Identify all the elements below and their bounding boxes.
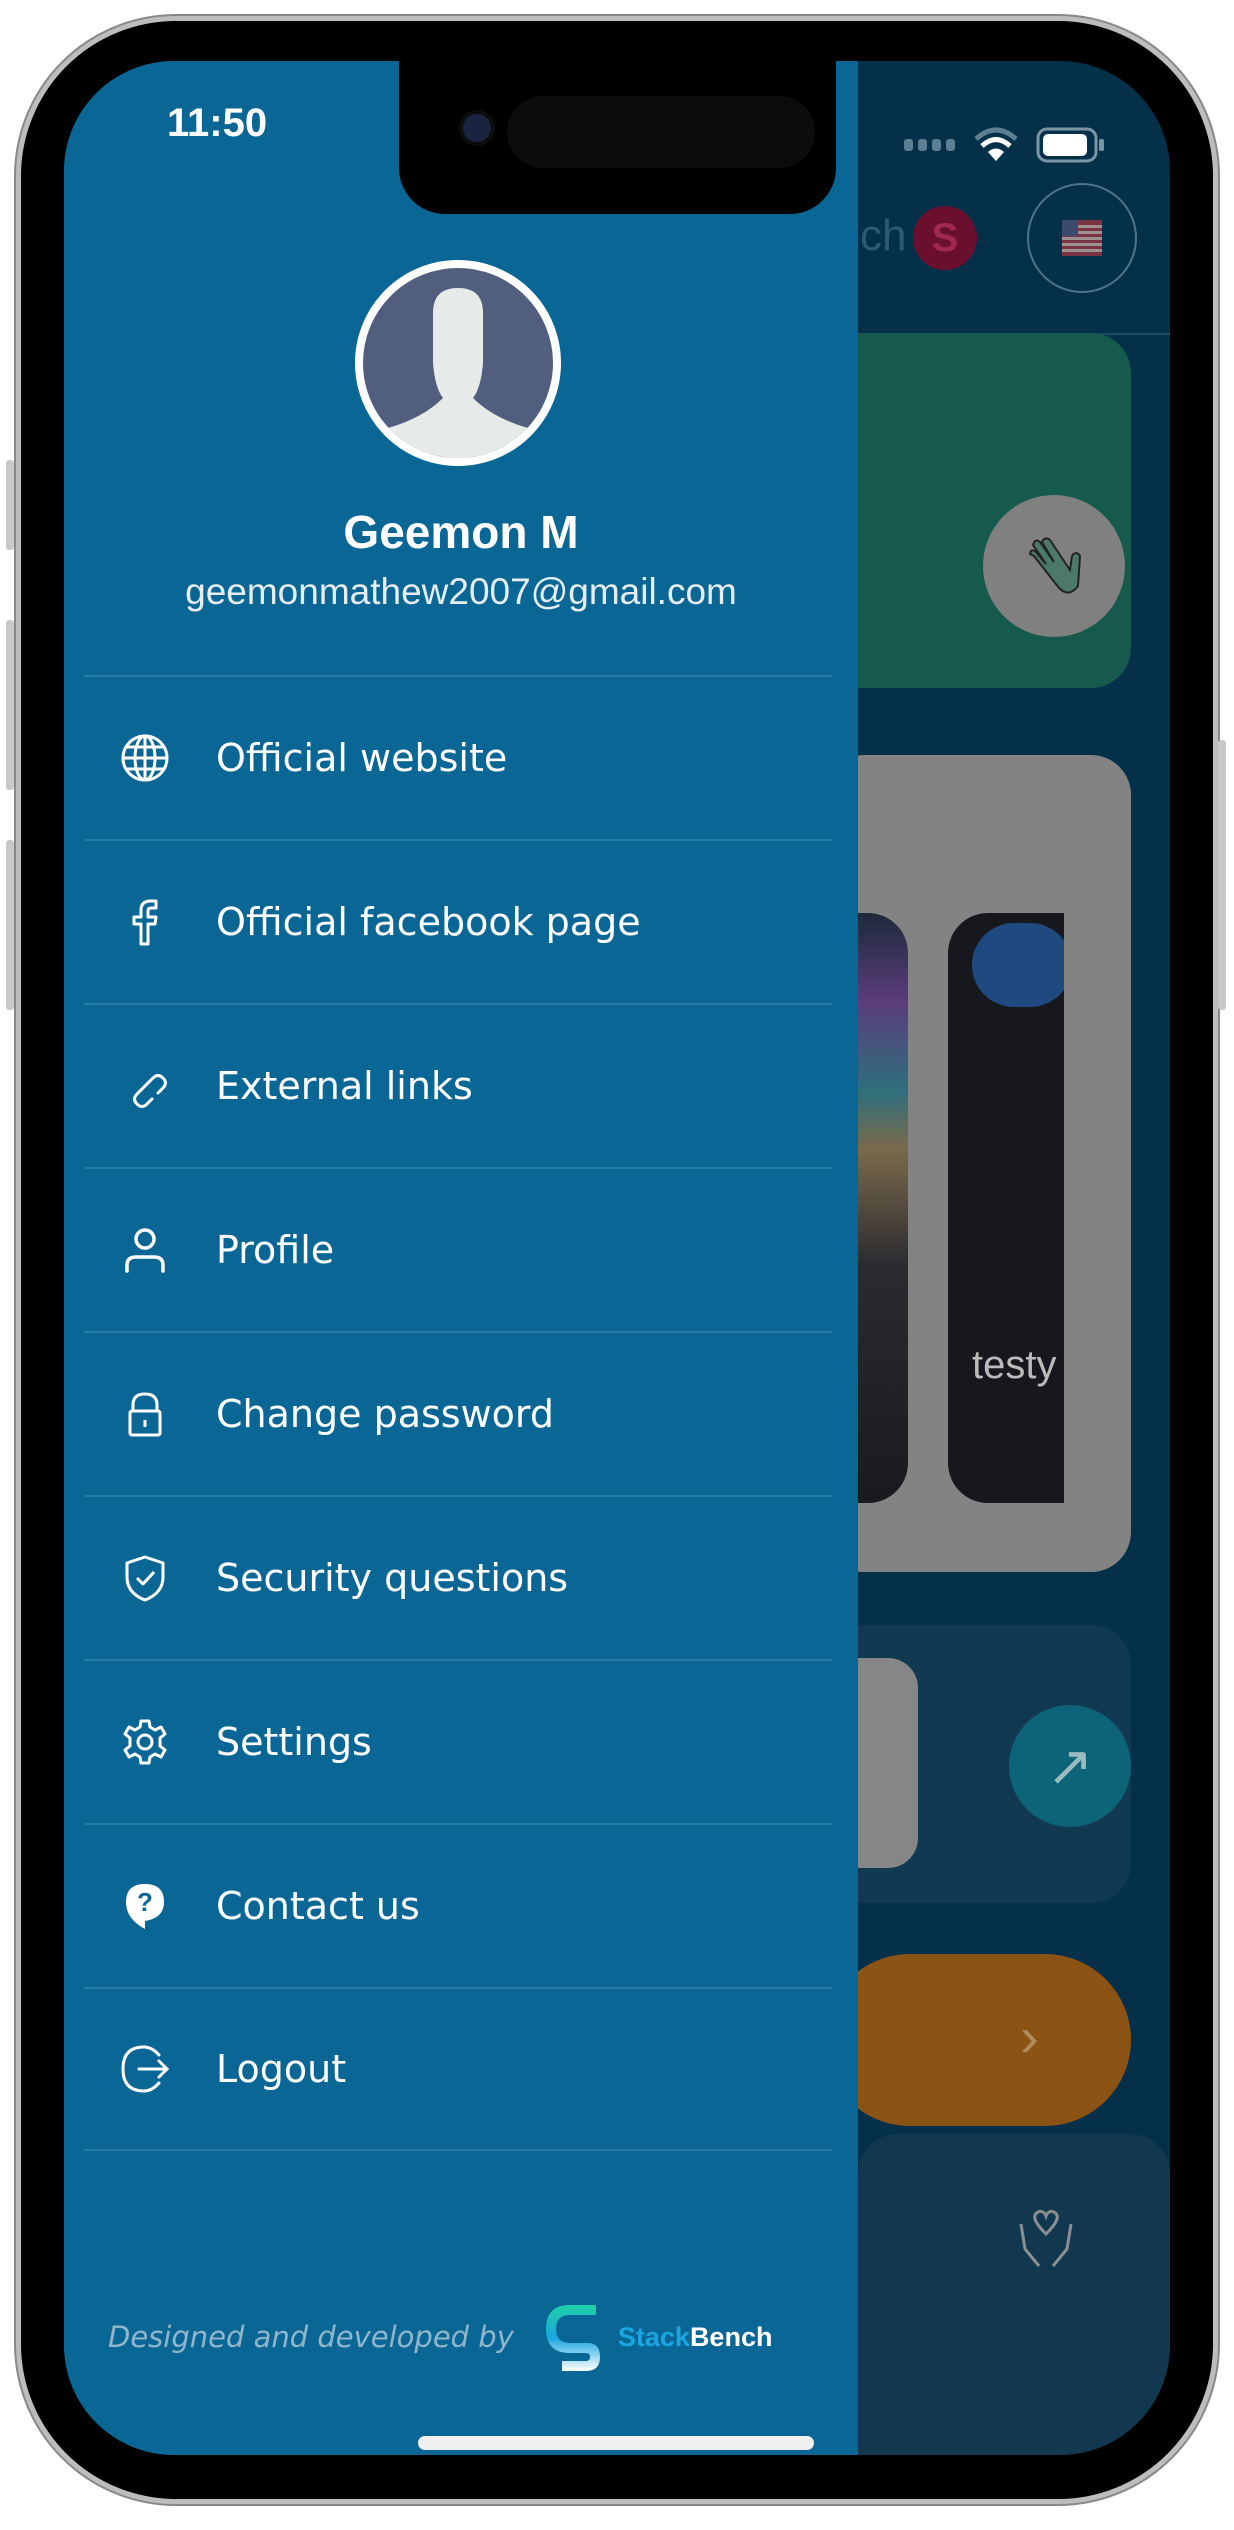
greeting-card[interactable] — [824, 333, 1131, 688]
event-title-partial: testy — [972, 1343, 1057, 1387]
facebook-icon — [116, 893, 174, 951]
menu-label: Settings — [216, 1720, 372, 1764]
brand-bench: Bench — [689, 2321, 773, 2352]
footer-credit: Designed and developed by StackBench — [108, 2301, 772, 2373]
avatar[interactable] — [355, 260, 561, 466]
sensor-pill — [507, 96, 815, 168]
event-image-testy[interactable]: testy — [948, 913, 1064, 1503]
menu-item-external-links[interactable]: External links — [84, 1003, 832, 1167]
svg-text:?: ? — [137, 1887, 153, 1917]
header-title-partial: ch — [860, 211, 907, 260]
user-icon — [116, 1221, 174, 1279]
id-card-icon — [972, 923, 1064, 1007]
battery-icon — [1036, 127, 1104, 163]
menu-item-contact-us[interactable]: ? Contact us — [84, 1823, 832, 1987]
status-icons — [904, 127, 1106, 163]
volume-up-button — [6, 620, 14, 790]
menu-item-profile[interactable]: Profile — [84, 1167, 832, 1331]
cellular-signal-icon — [904, 139, 955, 151]
menu-item-settings[interactable]: Settings — [84, 1659, 832, 1823]
arrow-up-right-icon[interactable]: ↗ — [1009, 1705, 1131, 1827]
screen: ch S testy ↗ › 11:50 Geemon M geemonmath… — [64, 61, 1170, 2455]
menu-item-official-facebook-page[interactable]: Official facebook page — [84, 839, 832, 1003]
shield-check-icon — [116, 1549, 174, 1607]
default-user-icon — [388, 288, 528, 458]
front-camera — [459, 110, 495, 146]
menu-label: Security questions — [216, 1556, 569, 1600]
menu-label: External links — [216, 1064, 473, 1108]
globe-icon — [116, 729, 174, 787]
navigation-drawer: 11:50 Geemon M geemonmathew2007@gmail.co… — [64, 61, 858, 2455]
menu-label: Contact us — [216, 1884, 420, 1928]
language-button[interactable] — [1027, 183, 1137, 293]
bottom-nav — [858, 2134, 1170, 2455]
orange-action-button[interactable]: › — [824, 1954, 1131, 2126]
menu-label: Logout — [216, 2047, 347, 2091]
quick-link-card[interactable]: ↗ — [824, 1625, 1131, 1903]
power-button — [1218, 740, 1226, 1010]
camera-notch — [399, 61, 836, 214]
menu-label: Change password — [216, 1392, 554, 1436]
us-flag-icon — [1062, 220, 1102, 256]
waving-hand-icon — [983, 495, 1125, 637]
designed-by-text: Designed and developed by — [108, 2320, 514, 2354]
menu-item-change-password[interactable]: Change password — [84, 1331, 832, 1495]
heart-hands-icon[interactable] — [1011, 2204, 1081, 2274]
quick-link-box — [858, 1658, 918, 1868]
menu-item-security-questions[interactable]: Security questions — [84, 1495, 832, 1659]
user-name: Geemon M — [343, 506, 579, 558]
home-indicator[interactable] — [418, 2436, 814, 2450]
menu-item-logout[interactable]: Logout — [84, 1987, 832, 2151]
lock-icon — [116, 1385, 174, 1443]
volume-down-button — [6, 840, 14, 1010]
chevron-right-icon: › — [1020, 2005, 1039, 2068]
status-time: 11:50 — [167, 101, 268, 145]
drawer-menu: Official website Official facebook page … — [84, 675, 832, 2151]
avatar-badge[interactable]: S — [913, 206, 977, 270]
menu-label: Official website — [216, 736, 508, 780]
gear-icon — [116, 1713, 174, 1771]
wifi-icon — [974, 127, 1018, 161]
mute-switch — [6, 460, 14, 550]
user-email: geemonmathew2007@gmail.com — [185, 571, 737, 612]
logout-icon — [116, 2040, 174, 2098]
link-icon — [116, 1057, 174, 1115]
stackbench-logo-mark — [545, 2305, 600, 2371]
menu-item-official-website[interactable]: Official website — [84, 675, 832, 839]
brand-stack: Stack — [617, 2321, 690, 2352]
menu-label: Profile — [216, 1228, 335, 1272]
events-card[interactable]: testy — [824, 755, 1131, 1572]
stackbench-logo[interactable]: StackBench — [544, 2301, 773, 2373]
menu-label: Official facebook page — [216, 900, 641, 944]
help-bubble-icon: ? — [116, 1877, 174, 1935]
